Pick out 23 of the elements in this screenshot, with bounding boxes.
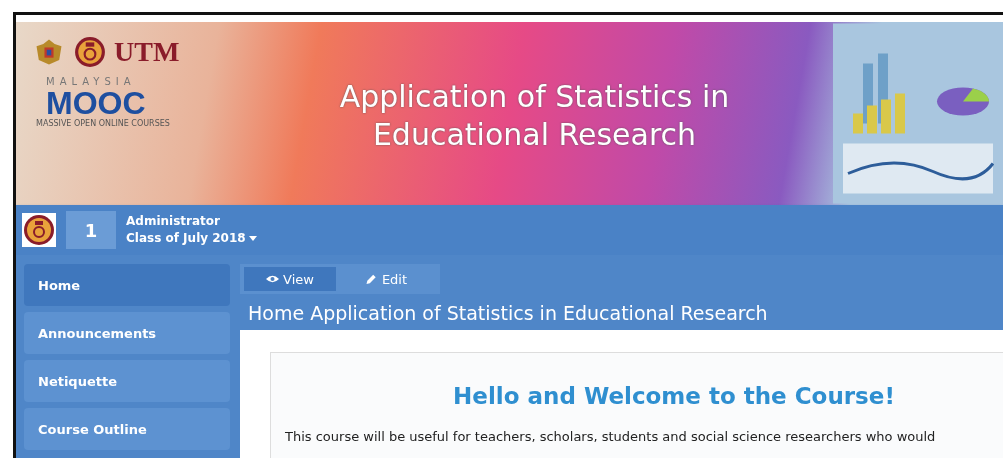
class-menu[interactable]: Class of July 2018 [126, 230, 257, 247]
pie-chart-drawing [937, 87, 989, 116]
logo-text: UTM [114, 36, 180, 68]
sidebar-item[interactable]: Course Outline [24, 408, 230, 450]
sidebar-item[interactable]: Home [24, 264, 230, 306]
intro-paragraph: This course will be useful for teachers, scholars, students and social science researchers who would [285, 429, 937, 444]
tab[interactable]: Edit [340, 267, 432, 291]
user-name: Administrator [126, 213, 221, 230]
eye-icon [266, 274, 280, 284]
seal-icon [74, 36, 106, 68]
count-badge: 1 [66, 211, 116, 249]
welcome-heading: Hello and Welcome to the Course! [452, 383, 896, 409]
tab[interactable]: View [244, 267, 336, 291]
caret-icon [248, 236, 257, 241]
seal-icon [22, 211, 56, 249]
logo-text: MOOC [46, 87, 146, 119]
pencil-icon [364, 274, 378, 284]
logo-text: MALAYSIA [46, 76, 136, 87]
sidebar-item[interactable]: Announcements [24, 312, 230, 354]
logo-text: MASSIVE OPEN ONLINE COURSES [36, 119, 170, 128]
page-title: Home Application of Statistics in Educational Research [247, 301, 769, 326]
sidebar-item[interactable]: Netiquette [24, 360, 230, 402]
banner-title: Application of Statistics in Educational Research [338, 78, 731, 154]
